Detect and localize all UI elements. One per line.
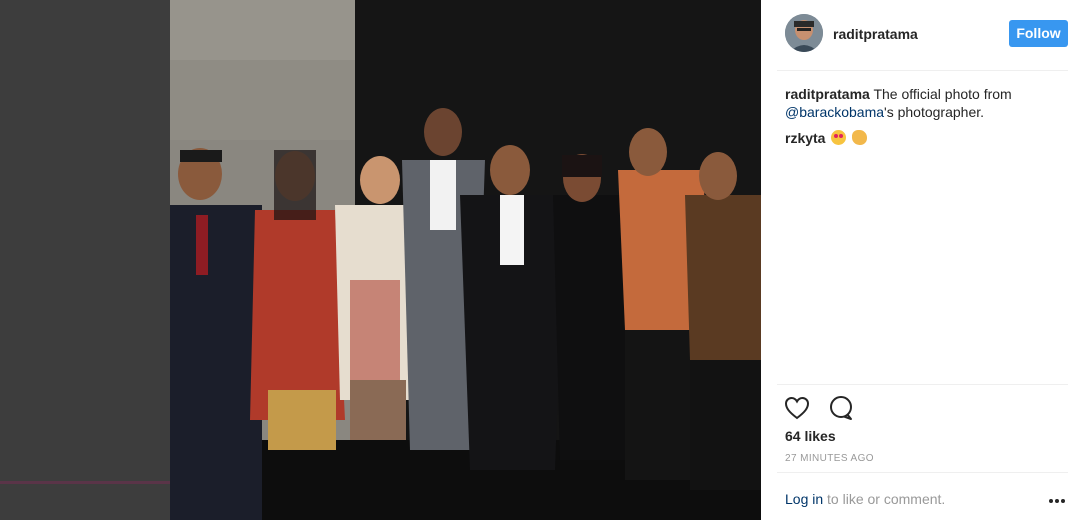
more-options-icon[interactable] xyxy=(1049,490,1069,506)
caption-author-link[interactable]: raditpratama xyxy=(785,86,870,102)
caption-text: The official photo from xyxy=(869,86,1012,102)
gutter-accent-line xyxy=(0,481,170,484)
comments-list: raditpratama The official photo from @ba… xyxy=(785,85,1068,155)
caption-text-suffix: 's photographer. xyxy=(884,104,985,120)
login-divider xyxy=(777,472,1068,473)
username-link[interactable]: raditpratama xyxy=(833,26,918,42)
post-side-panel: raditpratama Follow raditpratama The off… xyxy=(761,0,1080,520)
left-gutter xyxy=(0,0,170,520)
caption-comment: raditpratama The official photo from @ba… xyxy=(785,85,1068,121)
action-bar xyxy=(783,394,867,422)
clapping-hands-emoji-icon xyxy=(852,130,868,145)
follow-button[interactable]: Follow xyxy=(1009,20,1068,47)
comment-author-link[interactable]: rzkyta xyxy=(785,130,825,146)
login-suffix-text: to like or comment. xyxy=(823,491,946,507)
post-timestamp[interactable]: 27 MINUTES AGO xyxy=(785,453,874,464)
comment-item: rzkyta xyxy=(785,129,1068,147)
post-photo[interactable] xyxy=(170,0,761,520)
comment-bubble-icon[interactable] xyxy=(827,394,855,422)
login-link[interactable]: Log in xyxy=(785,491,823,507)
header-divider xyxy=(777,70,1068,71)
login-prompt: Log in to like or comment. xyxy=(785,491,945,507)
heart-eyes-emoji-icon xyxy=(831,130,847,145)
likes-count[interactable]: 64 likes xyxy=(785,428,836,444)
mention-link[interactable]: @barackobama xyxy=(785,104,884,120)
avatar[interactable] xyxy=(785,14,823,52)
post-header: raditpratama Follow xyxy=(761,0,1080,70)
like-heart-icon[interactable] xyxy=(783,394,811,422)
actions-divider xyxy=(777,384,1068,385)
group-photo-image xyxy=(170,0,761,520)
